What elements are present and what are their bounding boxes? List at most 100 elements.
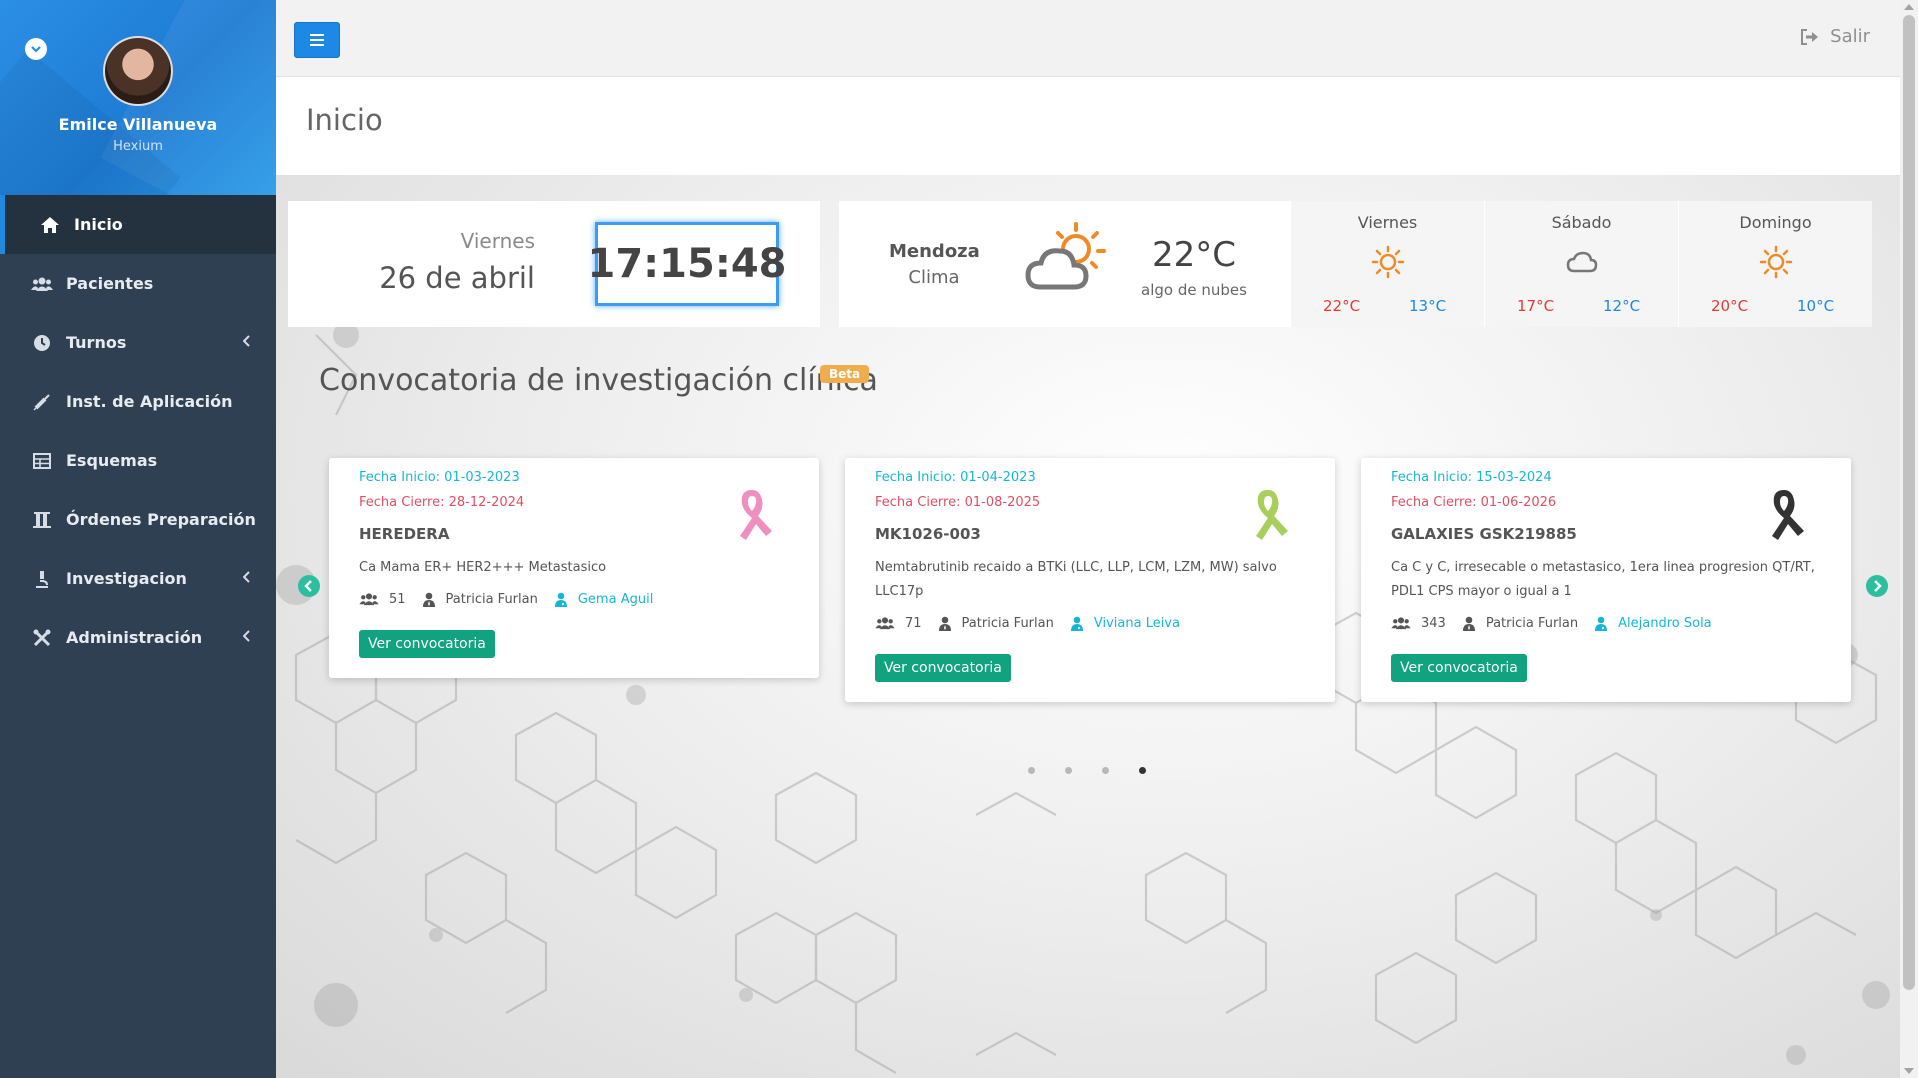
scroll-down-arrow[interactable] <box>1904 1068 1914 1074</box>
menu-label: Órdenes Preparación <box>66 510 256 529</box>
current-temperature: 22°C <box>1151 235 1236 275</box>
top-bar: Salir <box>276 0 1900 77</box>
beta-badge: Beta <box>820 365 870 383</box>
users-icon <box>30 276 54 292</box>
user-organization: Hexium <box>113 139 163 154</box>
menu-item-esquemas[interactable]: Esquemas <box>0 431 276 490</box>
carousel-dot-active[interactable] <box>1139 767 1146 774</box>
study-end-date: Fecha Cierre: 01-08-2025 <box>875 495 1041 510</box>
weather-widget: Mendoza Clima 22°C algo de nubes Viernes… <box>839 201 1872 327</box>
users-icon <box>359 593 379 606</box>
coordinator-link[interactable]: Alejandro Sola <box>1618 616 1712 631</box>
forecast-day: Sábado 17°C 12°C <box>1485 201 1678 327</box>
date-label: 26 de abril <box>379 261 535 295</box>
hamburger-icon <box>310 34 324 46</box>
ver-convocatoria-button[interactable]: Ver convocatoria <box>359 630 495 658</box>
awareness-ribbon-icon <box>740 490 772 540</box>
user-tie-icon <box>938 616 951 631</box>
microscope-icon <box>30 570 54 588</box>
menu-item-inicio[interactable]: Inicio <box>0 195 276 254</box>
sign-out-icon <box>1801 28 1819 45</box>
forecast-day-label: Domingo <box>1739 213 1812 232</box>
menu-item-administracion[interactable]: Administración <box>0 608 276 667</box>
carousel-dot[interactable] <box>1028 767 1035 774</box>
study-description: Ca Mama ER+ HER2+++ Metastasico <box>359 560 607 575</box>
clock-icon <box>30 334 54 352</box>
partly-cloudy-icon <box>1025 222 1106 290</box>
coordinator-link[interactable]: Gema Aguil <box>578 592 653 607</box>
study-code: GALAXIES GSK219885 <box>1391 525 1577 543</box>
user-tie-icon <box>1462 616 1475 631</box>
menu-item-ordenes-preparacion[interactable]: Órdenes Preparación <box>0 490 276 549</box>
date-time-widget: Viernes 26 de abril 17:15:48 <box>288 201 820 327</box>
scroll-up-arrow[interactable] <box>1904 4 1914 10</box>
menu-item-pacientes[interactable]: Pacientes <box>0 254 276 313</box>
tools-icon <box>30 629 54 647</box>
logout-label: Salir <box>1830 26 1870 47</box>
study-card: Fecha Inicio: 01-03-2023 Fecha Cierre: 2… <box>329 458 819 678</box>
user-md-icon <box>1595 616 1608 631</box>
page-scrollbar[interactable] <box>1900 0 1918 1078</box>
logout-link[interactable]: Salir <box>1800 26 1870 47</box>
awareness-ribbon-icon <box>1772 490 1804 540</box>
weather-city: Mendoza <box>889 241 980 262</box>
forecast-max: 20°C <box>1711 297 1749 315</box>
study-card: Fecha Inicio: 15-03-2024 Fecha Cierre: 0… <box>1361 458 1851 702</box>
chevron-right-icon <box>1874 580 1882 592</box>
forecast-max: 17°C <box>1517 297 1555 315</box>
study-meta: 51 Patricia Furlan Gema Aguil <box>359 584 789 614</box>
profile-panel: Emilce Villanueva Hexium <box>0 0 276 195</box>
study-start-date: Fecha Inicio: 15-03-2024 <box>1391 470 1552 485</box>
study-description: Nemtabrutinib recaido a BTKi (LLC, LLP, … <box>875 560 1277 599</box>
chevron-left-icon <box>243 335 250 347</box>
forecast-min: 12°C <box>1603 297 1641 315</box>
patient-count: 343 <box>1421 615 1446 631</box>
forecast-max: 22°C <box>1323 297 1361 315</box>
carousel-dot[interactable] <box>1102 767 1109 774</box>
user-md-icon <box>554 592 567 607</box>
user-md-icon <box>1070 616 1083 631</box>
forecast-min: 10°C <box>1797 297 1835 315</box>
user-tie-icon <box>422 592 435 607</box>
weekday-label: Viernes <box>460 229 535 253</box>
investigator-name: Patricia Furlan <box>961 615 1054 631</box>
menu-item-investigacion[interactable]: Investigacion <box>0 549 276 608</box>
sidebar-toggle-button[interactable] <box>294 22 340 58</box>
menu-label: Inst. de Aplicación <box>66 392 233 411</box>
users-icon <box>875 617 895 630</box>
study-code: HEREDERA <box>359 525 450 543</box>
avatar[interactable] <box>103 36 173 106</box>
main-menu: Inicio Pacientes Turnos Inst. de Aplicac… <box>0 195 276 667</box>
forecast-day-label: Sábado <box>1551 213 1612 232</box>
sun-icon <box>1371 245 1405 279</box>
study-code: MK1026-003 <box>875 525 981 543</box>
study-end-date: Fecha Cierre: 01-06-2026 <box>1391 495 1557 510</box>
menu-item-inst-aplicacion[interactable]: Inst. de Aplicación <box>0 372 276 431</box>
study-meta: 71 Patricia Furlan Viviana Leiva <box>875 608 1305 638</box>
ver-convocatoria-button[interactable]: Ver convocatoria <box>875 654 1011 682</box>
coordinator-link[interactable]: Viviana Leiva <box>1094 616 1180 631</box>
home-icon <box>38 216 62 234</box>
sun-icon <box>1759 245 1793 279</box>
investigator-name: Patricia Furlan <box>1485 615 1579 631</box>
menu-label: Investigacion <box>66 569 187 588</box>
sidebar: Emilce Villanueva Hexium Inicio Paciente… <box>0 0 276 1078</box>
ver-convocatoria-button[interactable]: Ver convocatoria <box>1391 654 1527 682</box>
profile-dropdown-toggle[interactable] <box>25 38 47 60</box>
forecast-min: 13°C <box>1409 297 1447 315</box>
carousel-dot[interactable] <box>1065 767 1072 774</box>
forecast-day: Viernes 22°C 13°C <box>1291 201 1484 327</box>
menu-item-turnos[interactable]: Turnos <box>0 313 276 372</box>
weather-description: algo de nubes <box>1141 281 1247 299</box>
digital-clock: 17:15:48 <box>588 222 787 306</box>
carousel-next-button[interactable] <box>1866 575 1888 597</box>
study-start-date: Fecha Inicio: 01-03-2023 <box>359 470 520 485</box>
menu-label: Pacientes <box>66 274 154 293</box>
investigator-name: Patricia Furlan <box>445 591 538 607</box>
forecast-day: Domingo 20°C 10°C <box>1679 201 1872 327</box>
chevron-down-icon <box>31 46 41 53</box>
syringe-icon <box>30 393 54 411</box>
scroll-thumb[interactable] <box>1903 15 1915 990</box>
carousel-prev-button[interactable] <box>298 575 320 597</box>
cloud-icon <box>1566 251 1598 273</box>
